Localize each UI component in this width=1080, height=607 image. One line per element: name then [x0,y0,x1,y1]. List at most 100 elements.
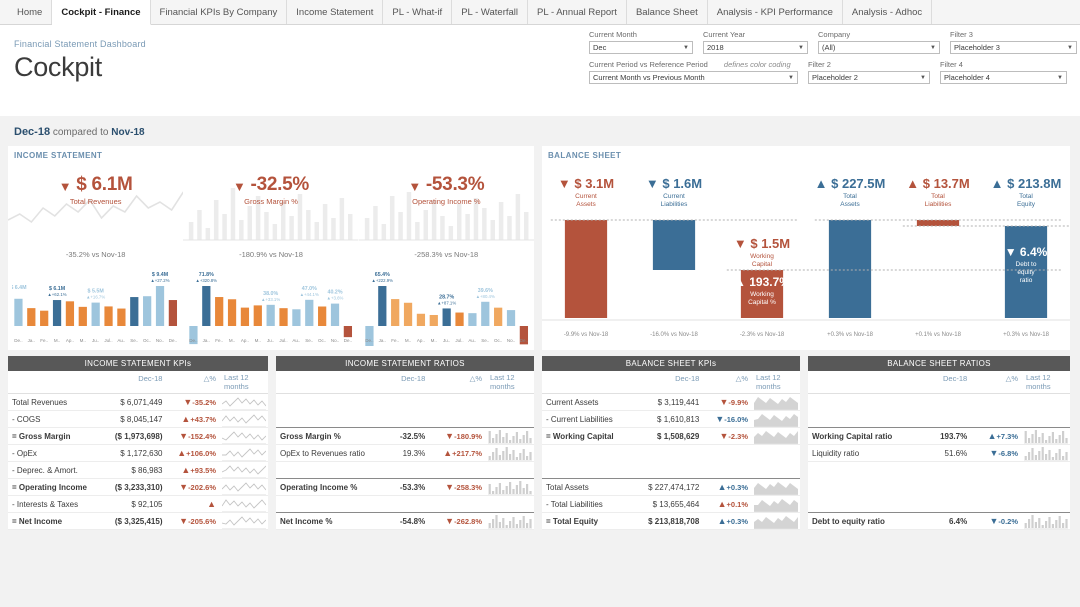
triangle-up-icon: ▲ [443,448,452,458]
tables-row: INCOME STATEMENT KPIs Dec-18△%Last 12mon… [0,350,1080,530]
kpi-value: ▼ $ 6.1M [8,174,183,196]
triangle-down-icon: ▼ [183,397,192,407]
balance-sheet-panel: BALANCE SHEET ▼ $ 3.1MCurrentAssets-9.9%… [542,146,1070,350]
kpi-headline: ▼ -53.3%Operating Income % [359,160,534,206]
row-delta: ▲+106.0% [166,445,220,462]
svg-text:De..: De.. [344,338,352,343]
table-row [276,411,534,428]
tab-pl-what-if[interactable]: PL - What-if [383,0,452,24]
filter-company: Company (All) ▼ [818,30,940,54]
svg-text:M..: M.. [80,338,86,343]
row-value: 19.3% [389,445,429,462]
row-value: $ 213,818,708 [633,513,704,530]
row-delta: ▼-9.9% [703,394,752,411]
svg-text:▼ 6.4%: ▼ 6.4% [1005,245,1048,259]
dashboard-body: Dec-18 compared to Nov-18 INCOME STATEME… [0,116,1080,607]
chevron-down-icon: ▼ [798,45,804,51]
row-sparkline [1022,496,1070,513]
income-statement-panel: INCOME STATEMENT ▼ $ 6.1MTotal Revenues-… [8,146,534,350]
table-row: - Deprec. & Amort.$ 86,983▲+93.5% [8,462,268,479]
col-header-current: Dec-18 [103,371,167,394]
kpi-label: Gross Margin % [183,197,358,206]
col-header-label [8,371,103,394]
filter-3-select[interactable]: Placeholder 3 ▼ [950,41,1077,54]
filter-4-select[interactable]: Placeholder 4 ▼ [940,71,1067,84]
row-value [925,479,971,496]
current-month-select[interactable]: Dec ▼ [589,41,693,54]
svg-text:Total: Total [843,193,857,200]
tab-home[interactable]: Home [8,0,52,24]
svg-text:Total: Total [1019,193,1033,200]
row-label [808,496,925,513]
svg-text:Assets: Assets [576,201,596,208]
tab-analysis-kpi-performance[interactable]: Analysis - KPI Performance [708,0,843,24]
svg-text:Current: Current [663,193,685,200]
svg-text:+0.3% vs Nov-18: +0.3% vs Nov-18 [1003,332,1050,338]
row-value: -53.3% [389,479,429,496]
kpi-label: Operating Income % [359,197,534,206]
row-delta: ▼-258.3% [429,479,486,496]
triangle-down-icon: ▼ [989,516,998,526]
triangle-down-icon: ▼ [719,431,728,441]
income-kpis-table: INCOME STATEMENT KPIs Dec-18△%Last 12mon… [8,356,268,530]
table-row [276,462,534,479]
row-value [389,462,429,479]
tab-analysis-adhoc[interactable]: Analysis - Adhoc [843,0,932,24]
table-row [276,496,534,513]
filter-reference-period: Current Period vs Reference Period defin… [589,60,798,84]
row-delta: ▲+217.7% [429,445,486,462]
row-delta: ▼-152.4% [166,428,220,445]
row-sparkline [220,411,268,428]
svg-text:M..: M.. [255,338,261,343]
tab-pl-annual-report[interactable]: PL - Annual Report [528,0,627,24]
table-row: Gross Margin %-32.5%▼-180.9% [276,428,534,445]
table-row: OpEx to Revenues ratio19.3%▲+217.7% [276,445,534,462]
company-select[interactable]: (All) ▼ [818,41,940,54]
tab-income-statement[interactable]: Income Statement [287,0,383,24]
row-sparkline [220,496,268,513]
triangle-down-icon: ▼ [715,414,724,424]
row-sparkline [220,428,268,445]
triangle-down-icon: ▼ [179,516,188,526]
row-value [389,394,429,411]
svg-text:Debt to: Debt to [1016,261,1037,268]
company-value: (All) [822,43,835,52]
row-sparkline [486,462,534,479]
triangle-down-icon: ▼ [179,482,188,492]
row-label: = Operating Income [8,479,103,496]
tab-financial-kpis-by-company[interactable]: Financial KPIs By Company [151,0,288,24]
tab-cockpit-finance[interactable]: Cockpit - Finance [52,0,150,25]
svg-text:Fe..: Fe.. [40,338,48,343]
current-year-select[interactable]: 2018 ▼ [703,41,808,54]
row-delta: ▲ [166,496,220,513]
tab-balance-sheet[interactable]: Balance Sheet [627,0,708,24]
row-value: $ 1,508,629 [633,428,704,445]
col-header-delta: △% [429,371,486,394]
filter-current-month-label: Current Month [589,30,693,39]
filter-2-select[interactable]: Placeholder 2 ▼ [808,71,930,84]
table-row [808,462,1070,479]
balance-kpis-table-title: BALANCE SHEET KPIs [542,356,800,371]
svg-text:De..: De.. [519,338,527,343]
svg-text:▲ $ 13.7M: ▲ $ 13.7M [906,176,969,191]
row-label: = Net Income [8,513,103,530]
row-delta: ▼-0.2% [971,513,1022,530]
triangle-up-icon: ▲ [988,431,997,441]
svg-text:+0.1% vs Nov-18: +0.1% vs Nov-18 [915,332,962,338]
chevron-down-icon: ▼ [1067,45,1073,51]
row-label: = Working Capital [542,428,633,445]
period-compared-text: compared to [53,127,109,138]
filter-3-value: Placeholder 3 [954,43,1000,52]
triangle-up-icon: ▲ [718,516,727,526]
svg-text:Fe..: Fe.. [216,338,224,343]
reference-note: defines color coding [724,60,791,69]
tab-pl-waterfall[interactable]: PL - Waterfall [452,0,528,24]
filter-panel: Current Month Dec ▼ Current Year 2018 ▼ … [589,30,1075,90]
svg-text:Liabilities: Liabilities [925,201,952,208]
col-header-current: Dec-18 [389,371,429,394]
row-delta: ▼-16.0% [703,411,752,428]
table-row: Total Assets$ 227,474,172▲+0.3% [542,479,800,496]
row-sparkline [1022,445,1070,462]
svg-text:Ap..: Ap.. [66,338,74,343]
reference-period-select[interactable]: Current Month vs Previous Month ▼ [589,71,798,84]
